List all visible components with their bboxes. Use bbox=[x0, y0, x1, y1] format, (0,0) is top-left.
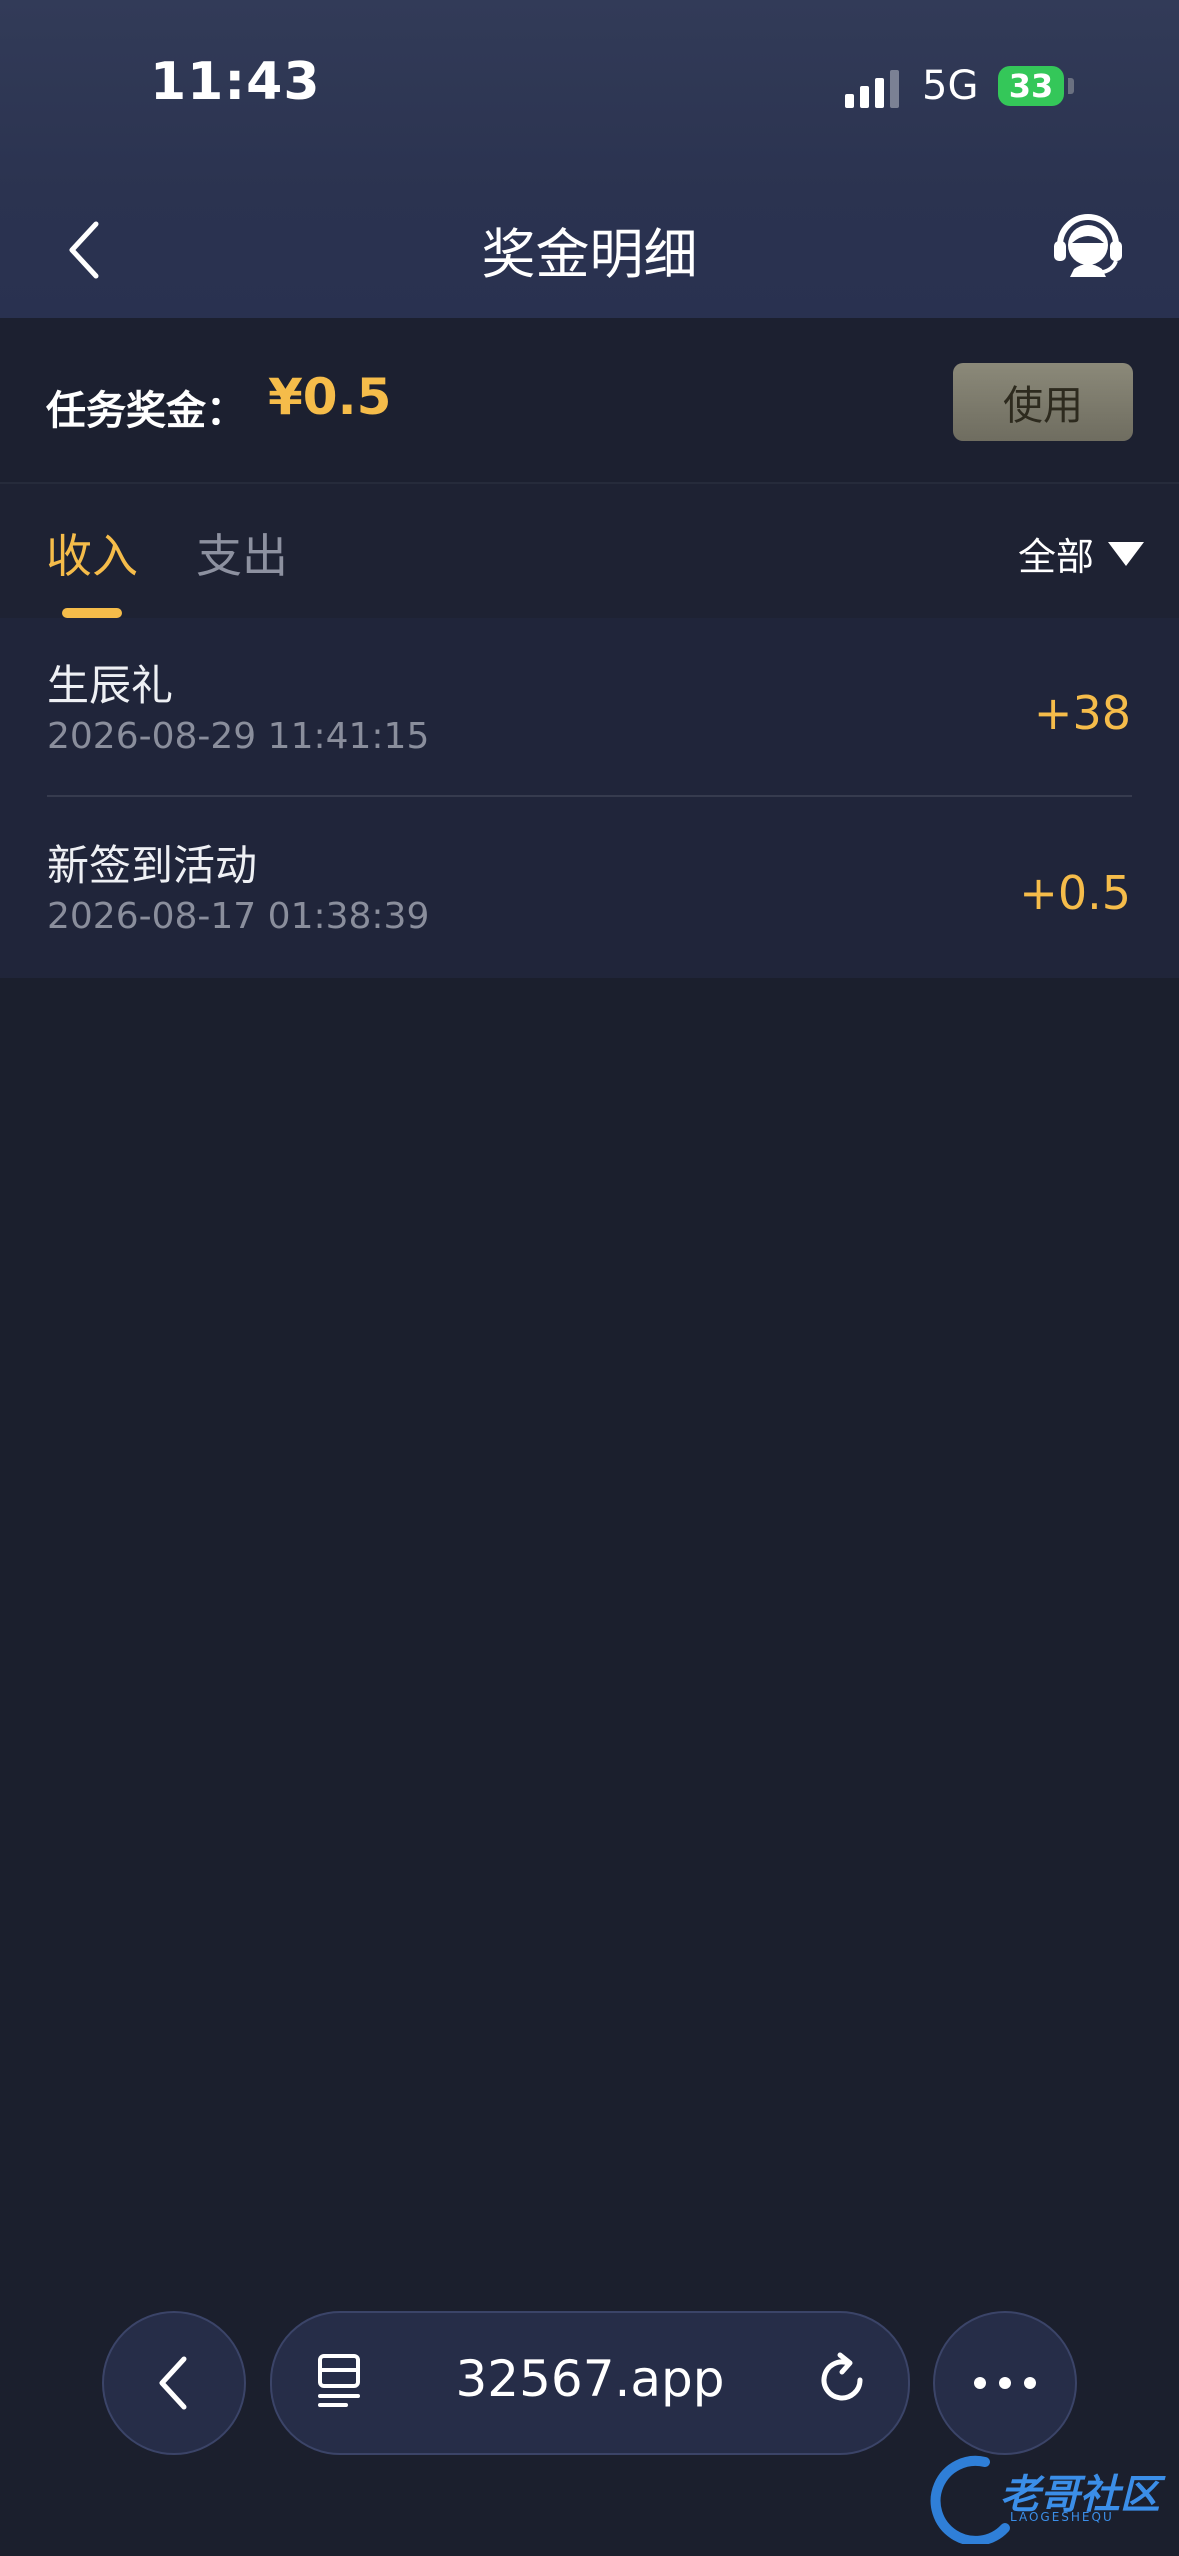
more-button[interactable] bbox=[933, 2311, 1077, 2455]
signal-icon bbox=[845, 70, 899, 108]
tab-income[interactable]: 收入 bbox=[46, 520, 138, 586]
record-title: 生辰礼 bbox=[47, 661, 174, 710]
browser-back-button[interactable] bbox=[102, 2311, 246, 2455]
battery-icon: 33 bbox=[998, 66, 1064, 106]
reload-icon[interactable] bbox=[812, 2350, 872, 2410]
filter-label: 全部 bbox=[1018, 535, 1095, 579]
more-icon bbox=[974, 2377, 1036, 2389]
network-label: 5G bbox=[922, 63, 979, 109]
battery-cap bbox=[1068, 78, 1074, 94]
record-amount: +0.5 bbox=[1019, 866, 1131, 920]
chevron-left-icon bbox=[159, 2356, 187, 2410]
page-title: 奖金明细 bbox=[481, 223, 698, 286]
tab-expense[interactable]: 支出 bbox=[196, 520, 288, 586]
record-title: 新签到活动 bbox=[47, 841, 258, 890]
tabs-bar bbox=[0, 484, 1179, 618]
status-time: 11:43 bbox=[150, 52, 321, 112]
caret-down-icon bbox=[1108, 541, 1145, 566]
use-button[interactable]: 使用 bbox=[953, 363, 1133, 441]
battery-level: 33 bbox=[1008, 67, 1054, 105]
watermark-subtext: LAOGESHEQU bbox=[1010, 2510, 1114, 2524]
record-time: 2026-08-29 11:41:15 bbox=[47, 716, 430, 757]
filter-dropdown[interactable]: 全部 bbox=[1018, 526, 1145, 581]
customer-service-icon[interactable] bbox=[1050, 205, 1126, 281]
active-tab-indicator bbox=[62, 608, 122, 618]
record-time: 2026-08-17 01:38:39 bbox=[47, 896, 430, 937]
bonus-value: ¥0.5 bbox=[268, 368, 392, 426]
bonus-label: 任务奖金： bbox=[46, 388, 246, 434]
record-amount: +38 bbox=[1033, 686, 1131, 740]
list-divider bbox=[47, 795, 1132, 797]
